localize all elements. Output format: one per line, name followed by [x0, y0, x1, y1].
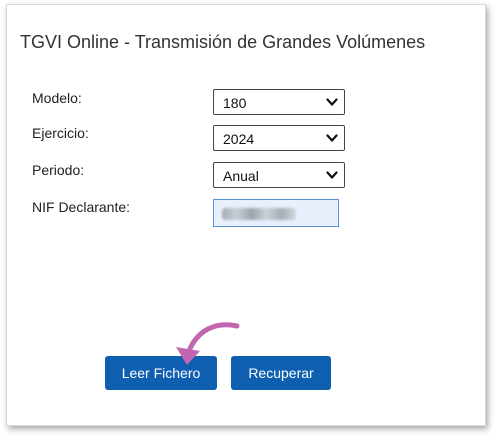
chevron-down-icon [326, 171, 338, 179]
ejercicio-label: Ejercicio: [32, 125, 89, 141]
nif-redacted-value [222, 208, 296, 220]
periodo-select-value: Anual [223, 168, 259, 184]
periodo-select[interactable]: Anual [213, 162, 345, 188]
chevron-down-icon [326, 134, 338, 142]
modelo-select[interactable]: 180 [213, 89, 345, 115]
ejercicio-select[interactable]: 2024 [213, 125, 345, 151]
nif-label: NIF Declarante: [32, 199, 131, 215]
nif-input[interactable] [213, 199, 339, 227]
periodo-label: Periodo: [32, 162, 85, 178]
curved-arrow-icon [176, 322, 240, 365]
tgvi-panel: TGVI Online - Transmisión de Grandes Vol… [6, 4, 486, 426]
chevron-down-icon [326, 98, 338, 106]
modelo-select-value: 180 [223, 95, 247, 111]
ejercicio-select-value: 2024 [223, 131, 255, 147]
modelo-label: Modelo: [32, 90, 82, 106]
page-title: TGVI Online - Transmisión de Grandes Vol… [20, 32, 426, 52]
